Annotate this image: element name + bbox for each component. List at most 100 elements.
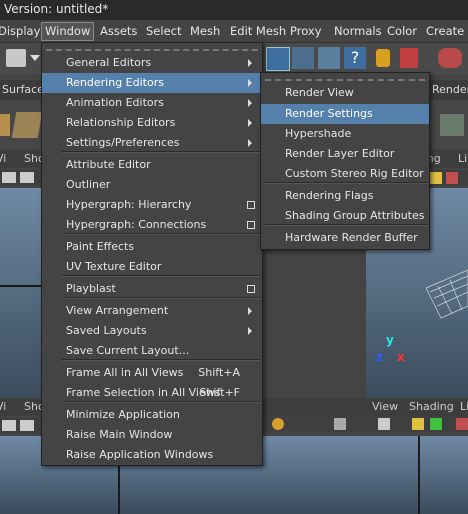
window-menu-item-raise-main-window[interactable]: Raise Main Window (42, 425, 262, 445)
menu-item-label: Relationship Editors (66, 116, 176, 129)
menu-edit-mesh[interactable]: Edit Mesh (230, 23, 286, 40)
snap-curve-icon[interactable] (318, 47, 340, 69)
lighting-icon[interactable] (430, 172, 442, 184)
submenu-item-rendering-flags[interactable]: Rendering Flags (261, 186, 429, 206)
window-menu-item-view-arrangement[interactable]: View Arrangement (42, 301, 262, 321)
window-menu-item-settings-preferences[interactable]: Settings/Preferences (42, 133, 262, 153)
lock-icon[interactable] (376, 49, 390, 67)
option-box-icon[interactable] (247, 285, 255, 293)
wireframe-icon[interactable] (378, 418, 390, 430)
window-menu-item-rendering-editors[interactable]: Rendering Editors (42, 73, 262, 93)
option-box-icon[interactable] (247, 201, 255, 209)
left-top-panel-toolbar (0, 170, 42, 186)
menu-color[interactable]: Color (387, 23, 417, 40)
window-menu-item-raise-application-windows[interactable]: Raise Application Windows (42, 445, 262, 465)
panel-menu-lighting-right[interactable]: Li (460, 398, 468, 416)
help-icon[interactable]: ? (344, 47, 366, 69)
menu-item-label: Custom Stereo Rig Editor (285, 167, 424, 180)
wireframe-icon[interactable] (2, 172, 16, 183)
window-menu-item-frame-selection-in-all-views[interactable]: Frame Selection in All Views Shift+F (42, 383, 262, 403)
window-menu-item-attribute-editor[interactable]: Attribute Editor (42, 155, 262, 175)
left-bottom-panel-toolbar (0, 418, 42, 434)
window-menu-item-outliner[interactable]: Outliner (42, 175, 262, 195)
window-menu-item-hypergraph-connections[interactable]: Hypergraph: Connections (42, 215, 262, 235)
option-box-icon[interactable] (247, 221, 255, 229)
submenu-tear-off[interactable] (265, 79, 425, 81)
lighting-icon[interactable] (412, 418, 424, 430)
submenu-arrow-icon (248, 99, 252, 107)
submenu-arrow-icon (248, 119, 252, 127)
submenu-item-render-settings[interactable]: Render Settings (261, 104, 429, 124)
grid-toggle-icon[interactable] (20, 172, 34, 183)
window-menu-item-hypergraph-hierarchy[interactable]: Hypergraph: Hierarchy (42, 195, 262, 215)
menu-proxy[interactable]: Proxy (290, 23, 322, 40)
sphere-icon[interactable] (272, 418, 284, 430)
select-object-icon[interactable] (400, 48, 418, 68)
menu-item-label: Hypergraph: Hierarchy (66, 198, 192, 211)
window-menu-item-playblast[interactable]: Playblast (42, 279, 262, 299)
window-menu-item-paint-effects[interactable]: Paint Effects (42, 237, 262, 257)
cube-icon[interactable] (334, 418, 346, 430)
panel-menu-lighting[interactable]: Li (458, 150, 467, 168)
menu-item-label: Attribute Editor (66, 158, 151, 171)
panel-menu-view-right[interactable]: View (372, 398, 398, 416)
shelf-render-icon[interactable] (440, 114, 464, 136)
axis-x-label: x (397, 350, 405, 364)
left-bottom-panel-menubar: Vi Sho (0, 398, 45, 416)
menu-item-label: Hardware Render Buffer (285, 231, 418, 244)
panel-menu-shading-right[interactable]: Shading (409, 398, 454, 416)
magnet-icon[interactable] (438, 48, 462, 68)
window-menu-item-relationship-editors[interactable]: Relationship Editors (42, 113, 262, 133)
window-menu-item-minimize-application[interactable]: Minimize Application (42, 405, 262, 425)
right-bottom-panel-menubar: View Shading Li (262, 398, 468, 416)
shelf-tool-icon[interactable] (0, 114, 10, 136)
dropdown-arrow-icon[interactable] (30, 55, 40, 61)
menu-mesh[interactable]: Mesh (190, 23, 220, 40)
xray-icon[interactable] (446, 172, 458, 184)
menu-item-label: Settings/Preferences (66, 136, 180, 149)
menu-assets[interactable]: Assets (100, 23, 137, 40)
panel-menu-view[interactable]: Vi (0, 150, 6, 168)
menu-select[interactable]: Select (146, 23, 181, 40)
submenu-item-hypershade[interactable]: Hypershade (261, 124, 429, 144)
shelf-tab-rendering[interactable]: Renderi (432, 83, 468, 96)
submenu-arrow-icon (248, 307, 252, 315)
window-menu-item-animation-editors[interactable]: Animation Editors (42, 93, 262, 113)
window-menu-item-general-editors[interactable]: General Editors (42, 53, 262, 73)
menu-item-label: Paint Effects (66, 240, 135, 253)
wireframe-icon[interactable] (2, 420, 16, 431)
shelf-plane-icon[interactable] (11, 112, 43, 138)
xray-icon[interactable] (430, 418, 442, 430)
window-menu-item-saved-layouts[interactable]: Saved Layouts (42, 321, 262, 341)
save-icon[interactable] (6, 49, 26, 67)
submenu-item-render-layer-editor[interactable]: Render Layer Editor (261, 144, 429, 164)
menu-item-label: Rendering Flags (285, 189, 374, 202)
grid-toggle-icon[interactable] (20, 420, 34, 431)
submenu-item-shading-group-attributes[interactable]: Shading Group Attributes (261, 206, 429, 226)
window-menu-item-uv-texture-editor[interactable]: UV Texture Editor (42, 257, 262, 277)
rendering-editors-submenu: Render View Render Settings Hypershade Rend… (260, 72, 430, 250)
menu-item-label: View Arrangement (66, 304, 169, 317)
menu-item-label: Minimize Application (66, 408, 180, 421)
submenu-item-render-view[interactable]: Render View (261, 83, 429, 103)
left-top-viewport[interactable] (0, 188, 42, 398)
panel-menu-view-bottom[interactable]: Vi (0, 398, 6, 416)
menu-display[interactable]: Display (0, 23, 40, 40)
snap-grid-icon[interactable] (266, 47, 290, 71)
window-menu-item-frame-all-in-all-views[interactable]: Frame All in All Views Shift+A (42, 363, 262, 383)
menu-create[interactable]: Create U (426, 23, 468, 40)
submenu-item-custom-stereo-rig-editor[interactable]: Custom Stereo Rig Editor (261, 164, 429, 184)
snap-points-icon[interactable] (292, 47, 314, 69)
grid-axis-line (0, 285, 42, 287)
main-menubar: Display Window Assets Select Mesh Edit M… (0, 20, 468, 43)
shadow-icon[interactable] (456, 418, 468, 430)
submenu-item-hardware-render-buffer[interactable]: Hardware Render Buffer (261, 228, 429, 248)
menu-normals[interactable]: Normals (334, 23, 382, 40)
menu-tear-off[interactable] (46, 49, 258, 51)
menu-item-label: Rendering Editors (66, 76, 164, 89)
menu-window[interactable]: Window (41, 22, 95, 41)
window-menu-item-save-current-layout[interactable]: Save Current Layout... (42, 341, 262, 361)
menu-item-label: Raise Main Window (66, 428, 173, 441)
menu-item-label: Render Layer Editor (285, 147, 395, 160)
window-menu: General Editors Rendering Editors Animatio… (41, 42, 263, 466)
